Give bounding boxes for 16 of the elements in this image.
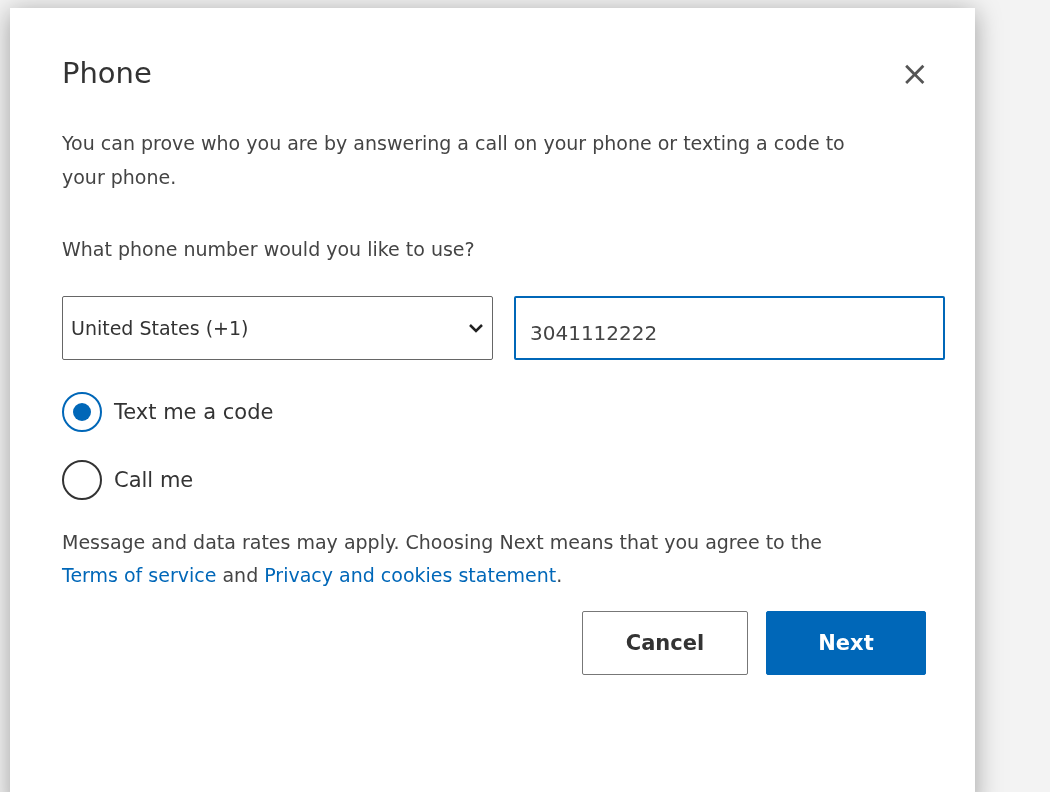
terms-link[interactable]: Terms of service xyxy=(62,564,217,586)
cancel-button[interactable]: Cancel xyxy=(582,611,748,675)
dialog-title: Phone xyxy=(62,56,152,90)
phone-number-field[interactable]: 3041112222 xyxy=(514,296,945,360)
intro-text: You can prove who you are by answering a call on your phone or texting a code to your phone. xyxy=(62,131,846,190)
chevron-down-icon xyxy=(468,322,484,334)
disclaimer-text: Message and data rates may apply. Choosing Next means that you agree to the Terms of service and Privacy and cookies statement. xyxy=(62,530,823,588)
option-label: Call me xyxy=(114,468,194,492)
close-button[interactable]: × xyxy=(900,56,929,90)
privacy-link[interactable]: Privacy and cookies statement xyxy=(264,564,557,586)
next-button[interactable]: Next xyxy=(766,611,926,675)
radio-button[interactable] xyxy=(62,392,102,432)
country-select[interactable]: United States (+1) xyxy=(62,296,493,360)
option-label: Text me a code xyxy=(114,400,274,424)
question-text: What phone number would you like to use? xyxy=(62,237,476,262)
radio-button[interactable] xyxy=(62,460,102,500)
